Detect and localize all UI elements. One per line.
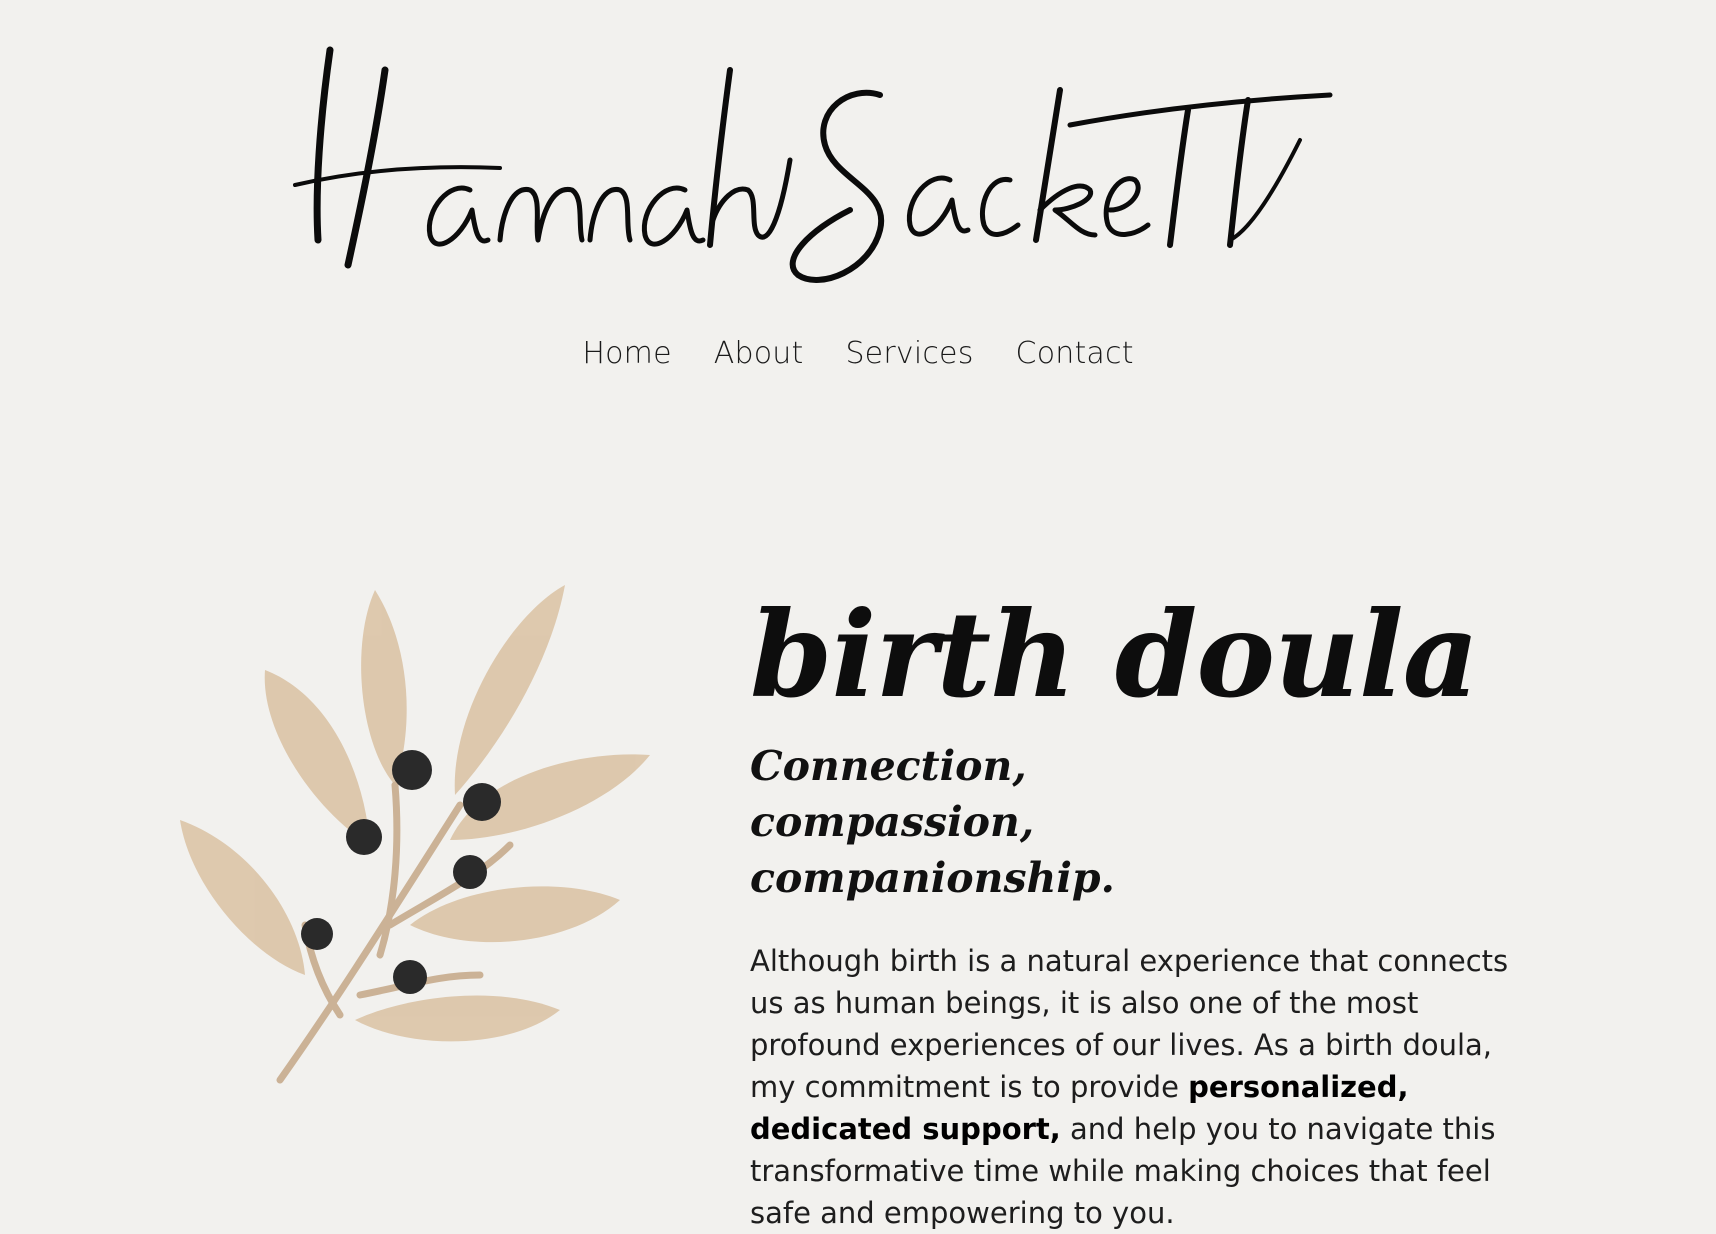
site-logo[interactable] <box>290 40 1370 310</box>
nav-home-link[interactable]: Home <box>582 336 671 371</box>
main-nav: Home About Services Contact <box>0 336 1716 371</box>
nav-contact-link[interactable]: Contact <box>1016 336 1134 371</box>
nav-about-link[interactable]: About <box>714 336 804 371</box>
olive-branch-icon <box>180 575 680 1095</box>
hero-description: Although birth is a natural experience t… <box>750 940 1510 1234</box>
hero-subtitle: Connection, compassion, companionship. <box>750 742 1115 902</box>
hero-section: birth doula Connection, compassion, comp… <box>750 590 1510 1234</box>
page-title: birth doula <box>750 585 1479 724</box>
nav-services-link[interactable]: Services <box>845 336 973 371</box>
